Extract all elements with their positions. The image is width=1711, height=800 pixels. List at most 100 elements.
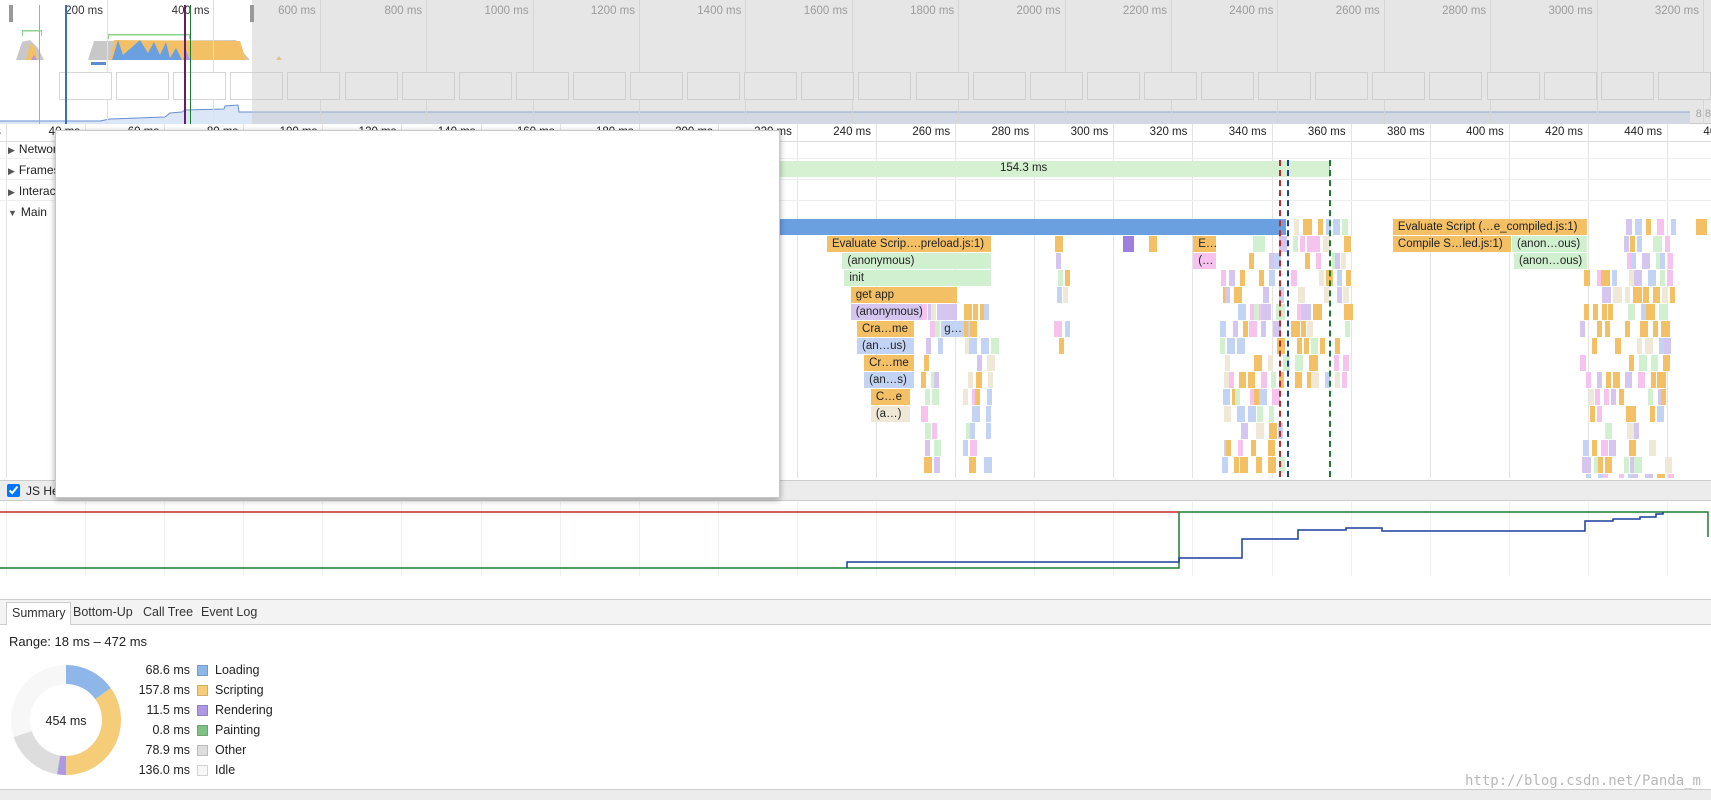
flame-block[interactable] bbox=[1239, 372, 1247, 388]
flame-block[interactable] bbox=[924, 423, 933, 439]
flame-block[interactable] bbox=[1240, 457, 1250, 473]
flame-block[interactable] bbox=[1310, 338, 1320, 354]
flame-block[interactable] bbox=[1604, 457, 1614, 473]
flame-block[interactable] bbox=[1295, 372, 1303, 388]
expand-triangle-icon[interactable]: ▶ bbox=[8, 145, 15, 156]
flame-block[interactable] bbox=[1580, 355, 1587, 371]
flame-block[interactable]: init bbox=[844, 270, 992, 286]
flame-block[interactable] bbox=[933, 440, 943, 456]
flame-block[interactable] bbox=[1335, 338, 1342, 354]
flame-block[interactable] bbox=[1588, 389, 1595, 405]
flame-block[interactable] bbox=[1224, 406, 1233, 422]
flame-block[interactable] bbox=[1639, 321, 1649, 337]
flame-block[interactable] bbox=[969, 321, 978, 337]
flame-block[interactable] bbox=[1258, 304, 1265, 320]
flame-block[interactable] bbox=[963, 389, 970, 405]
flame-block[interactable] bbox=[1637, 372, 1646, 388]
flame-block[interactable] bbox=[1597, 372, 1604, 388]
flame-block[interactable] bbox=[1063, 287, 1070, 303]
flame-block[interactable] bbox=[1268, 270, 1277, 286]
flame-block[interactable] bbox=[1668, 253, 1675, 269]
flame-block[interactable] bbox=[1641, 253, 1652, 269]
tab-call-tree[interactable]: Call Tree bbox=[138, 602, 198, 625]
flame-block[interactable] bbox=[1630, 406, 1637, 422]
flame-block[interactable] bbox=[1633, 270, 1644, 286]
flame-block[interactable] bbox=[1334, 372, 1341, 388]
flame-block[interactable] bbox=[1296, 304, 1303, 320]
flame-block[interactable]: (anonymous) bbox=[850, 304, 959, 320]
flame-block[interactable] bbox=[1630, 236, 1637, 252]
flame-block[interactable] bbox=[1582, 440, 1591, 456]
frame-bar[interactable]: 154.3 ms bbox=[700, 161, 1330, 177]
flame-block[interactable] bbox=[1660, 253, 1667, 269]
flame-block[interactable] bbox=[1249, 304, 1256, 320]
flame-block[interactable] bbox=[1341, 372, 1348, 388]
flame-block[interactable] bbox=[1629, 423, 1636, 439]
flame-block[interactable] bbox=[1606, 423, 1613, 439]
flame-block[interactable] bbox=[1301, 304, 1308, 320]
flame-block[interactable] bbox=[1226, 440, 1233, 456]
flame-block[interactable]: (an…s) bbox=[864, 372, 915, 388]
flame-block[interactable] bbox=[1251, 440, 1258, 456]
flame-block[interactable] bbox=[926, 338, 933, 354]
flame-block[interactable] bbox=[1624, 236, 1630, 252]
flame-block[interactable] bbox=[1315, 253, 1322, 269]
flame-block[interactable] bbox=[969, 423, 976, 439]
flame-block[interactable] bbox=[1653, 321, 1660, 337]
flame-block[interactable] bbox=[1656, 372, 1663, 388]
flame-block[interactable] bbox=[1610, 389, 1617, 405]
flame-block[interactable] bbox=[1311, 236, 1321, 252]
flame-block[interactable] bbox=[1645, 304, 1656, 320]
flame-block[interactable] bbox=[1655, 253, 1662, 269]
flame-block[interactable] bbox=[985, 406, 992, 422]
flame-block[interactable] bbox=[1650, 372, 1657, 388]
flame-block[interactable] bbox=[1261, 304, 1268, 320]
flame-block[interactable] bbox=[1592, 338, 1599, 354]
flame-block[interactable] bbox=[1604, 389, 1611, 405]
flame-block[interactable] bbox=[1258, 270, 1265, 286]
flame-block[interactable] bbox=[1631, 253, 1638, 269]
flame-block[interactable]: (anon…ous) bbox=[1513, 253, 1588, 269]
flame-block[interactable] bbox=[1645, 338, 1654, 354]
flame-block[interactable] bbox=[1344, 304, 1354, 320]
flame-block[interactable] bbox=[1248, 406, 1257, 422]
flame-block[interactable] bbox=[925, 440, 932, 456]
flame-block[interactable] bbox=[1248, 372, 1256, 388]
flame-block[interactable] bbox=[986, 355, 997, 371]
flame-block[interactable] bbox=[1657, 389, 1664, 405]
flame-block[interactable] bbox=[1260, 372, 1268, 388]
flame-block[interactable] bbox=[1307, 236, 1313, 252]
flame-block[interactable] bbox=[1257, 236, 1264, 252]
flame-block[interactable] bbox=[1649, 440, 1658, 456]
flame-block[interactable] bbox=[1638, 355, 1648, 371]
flame-block[interactable] bbox=[1236, 338, 1243, 354]
flame-block[interactable] bbox=[963, 440, 970, 456]
flame-block[interactable] bbox=[986, 389, 993, 405]
flame-block[interactable] bbox=[1653, 287, 1662, 303]
flame-block[interactable] bbox=[964, 304, 973, 320]
flame-block[interactable] bbox=[983, 304, 990, 320]
flame-block[interactable]: Cra…me bbox=[857, 321, 915, 337]
flame-block[interactable] bbox=[931, 304, 938, 320]
flame-block[interactable] bbox=[1304, 253, 1311, 269]
flame-block[interactable] bbox=[1243, 321, 1250, 337]
flame-block[interactable] bbox=[1632, 287, 1643, 303]
flame-block[interactable] bbox=[1604, 321, 1612, 337]
flame-block[interactable] bbox=[1618, 474, 1625, 478]
tab-event-log[interactable]: Event Log bbox=[196, 602, 262, 625]
flame-block[interactable] bbox=[1643, 287, 1650, 303]
flame-block[interactable] bbox=[1343, 287, 1350, 303]
flame-block[interactable] bbox=[979, 304, 986, 320]
flame-block[interactable] bbox=[1640, 304, 1647, 320]
flame-block[interactable] bbox=[1612, 372, 1621, 388]
flame-block[interactable] bbox=[1235, 389, 1242, 405]
flame-block[interactable] bbox=[977, 355, 984, 371]
flame-block[interactable]: (… bbox=[1193, 253, 1217, 269]
flame-block[interactable] bbox=[987, 372, 994, 388]
js-heap-checkbox[interactable] bbox=[7, 484, 20, 497]
flame-block[interactable] bbox=[1311, 372, 1321, 388]
flame-block[interactable] bbox=[1301, 321, 1308, 337]
flame-block[interactable] bbox=[1055, 253, 1062, 269]
flame-block[interactable] bbox=[1334, 253, 1341, 269]
flame-block[interactable] bbox=[929, 321, 936, 337]
